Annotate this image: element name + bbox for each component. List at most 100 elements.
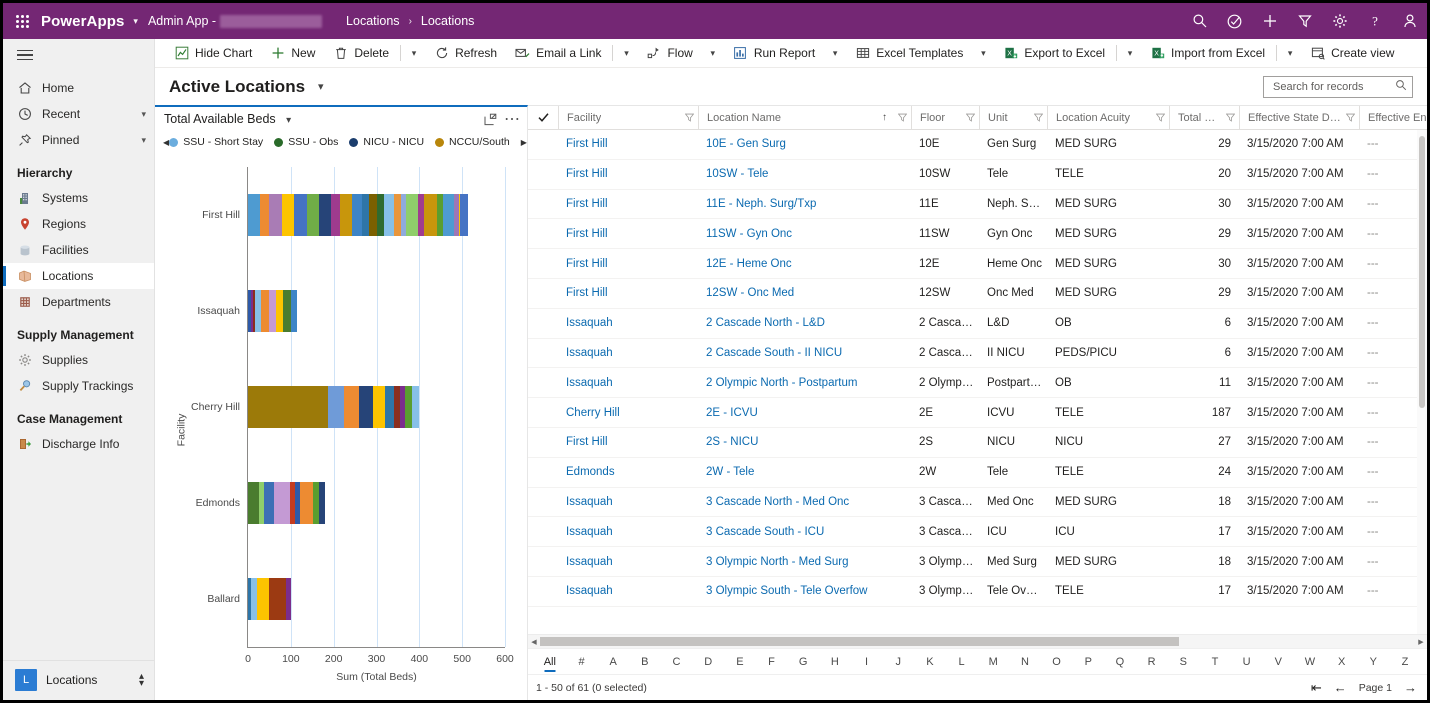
grid-column-header-facility[interactable]: Facility xyxy=(558,106,698,129)
alphabet-filter-x[interactable]: X xyxy=(1326,653,1358,671)
select-all-checkbox[interactable] xyxy=(528,106,558,129)
flow-button[interactable]: Flow xyxy=(637,39,701,68)
grid-column-header-location-acuity[interactable]: Location Acuity xyxy=(1047,106,1169,129)
chart-bar-segment[interactable] xyxy=(352,194,362,236)
sidebar-item-pinned[interactable]: Pinned ▾ xyxy=(3,127,154,153)
flow-caret[interactable]: ▾ xyxy=(702,39,724,68)
alphabet-filter-r[interactable]: R xyxy=(1136,653,1168,671)
table-row[interactable]: First Hill 10E - Gen Surg 10E Gen Surg MED S… xyxy=(528,130,1427,160)
cell-location-name[interactable]: 2S - NICU xyxy=(698,436,911,448)
grid-column-header-effective-end-date[interactable]: Effective End Date xyxy=(1359,106,1427,129)
column-filter-button[interactable] xyxy=(1342,113,1355,122)
chart-bar-segment[interactable] xyxy=(339,194,353,236)
scroll-left-icon[interactable]: ◀ xyxy=(528,638,540,646)
next-page-icon[interactable]: → xyxy=(1404,681,1417,694)
grid-vertical-scroll-thumb[interactable] xyxy=(1419,136,1425,408)
alphabet-filter-w[interactable]: W xyxy=(1294,653,1326,671)
table-row[interactable]: Issaquah 3 Olympic South - Tele Overfow 3 … xyxy=(528,577,1427,607)
chart-bar-segment[interactable] xyxy=(393,194,402,236)
view-selector-chevron-down-icon[interactable]: ▾ xyxy=(318,80,324,93)
chart-bar-segment[interactable] xyxy=(274,482,291,524)
alphabet-filter-h[interactable]: H xyxy=(819,653,851,671)
chart-bar-segment[interactable] xyxy=(307,194,320,236)
delete-button[interactable]: Delete xyxy=(324,39,398,68)
chart-selector-chevron-down-icon[interactable]: ▾ xyxy=(286,115,291,126)
chart-bar-segment[interactable] xyxy=(343,386,359,428)
cell-location-name[interactable]: 2 Cascade South - II NICU xyxy=(698,347,911,359)
filter-icon[interactable] xyxy=(1287,3,1322,39)
sidebar-item-facilities[interactable]: Facilities xyxy=(3,237,154,263)
table-row[interactable]: Issaquah 2 Olympic North - Postpartum 2 Ol… xyxy=(528,368,1427,399)
table-row[interactable]: First Hill 11E - Neph. Surg/Txp 11E Neph. S… xyxy=(528,190,1427,220)
chart-bar-segment[interactable] xyxy=(328,386,344,428)
table-row[interactable]: Issaquah2 Cascade North - L&D 2 Cascade .… xyxy=(528,309,1427,339)
breadcrumb-item-1[interactable]: Locations xyxy=(421,14,475,28)
sidebar-item-home[interactable]: Home xyxy=(3,75,154,101)
refresh-button[interactable]: Refresh xyxy=(425,39,506,68)
cell-facility[interactable]: First Hill xyxy=(558,228,698,240)
cell-facility[interactable]: Issaquah xyxy=(558,347,698,359)
gear-icon[interactable] xyxy=(1322,3,1357,39)
cell-location-name[interactable]: 2 Cascade North - L&D xyxy=(698,317,911,329)
chart-bar-segment[interactable] xyxy=(369,194,377,236)
grid-vertical-scrollbar[interactable] xyxy=(1417,130,1427,634)
email-overflow-caret[interactable]: ▾ xyxy=(615,39,637,68)
cell-location-name[interactable]: 3 Cascade South - ICU xyxy=(698,526,911,538)
chevron-down-icon[interactable]: ▾ xyxy=(133,16,138,27)
chart-bar-segment[interactable] xyxy=(290,290,298,332)
alphabet-filter-q[interactable]: Q xyxy=(1104,653,1136,671)
filter-icon[interactable] xyxy=(1346,113,1355,122)
chart-bar-segment[interactable] xyxy=(319,482,326,524)
sidebar-item-supply-trackings[interactable]: Supply Trackings xyxy=(3,373,154,399)
alphabet-filter-hash[interactable]: # xyxy=(566,653,598,671)
table-row[interactable]: First Hill 2S - NICU 2S NICU NICU 27 3/15/2020… xyxy=(528,428,1427,458)
run-report-button[interactable]: Run Report xyxy=(724,39,824,68)
column-filter-button[interactable] xyxy=(1152,113,1165,122)
column-filter-button[interactable] xyxy=(1030,113,1043,122)
run-report-caret[interactable]: ▾ xyxy=(824,39,846,68)
table-row[interactable]: Issaquah3 Cascade South - ICU 3 Cascade .… xyxy=(528,517,1427,548)
cell-location-name[interactable]: 10E - Gen Surg xyxy=(698,138,911,150)
column-filter-button[interactable] xyxy=(1222,113,1235,122)
create-view-button[interactable]: Create view xyxy=(1301,39,1403,68)
grid-horizontal-scrollbar[interactable]: ◀ ▶ xyxy=(528,634,1427,648)
cell-location-name[interactable]: 2E - ICVU xyxy=(698,407,911,419)
area-switcher-button[interactable]: L Locations ▴ ▾ xyxy=(13,666,146,694)
grid-column-header-total-beds[interactable]: Total Beds xyxy=(1169,106,1239,129)
alphabet-filter-v[interactable]: V xyxy=(1262,653,1294,671)
sidebar-item-supplies[interactable]: Supplies xyxy=(3,347,154,373)
chart-bar-segment[interactable] xyxy=(373,386,386,428)
column-filter-button[interactable] xyxy=(962,113,975,122)
chevron-down-icon[interactable]: ▾ xyxy=(141,135,146,146)
chart-bar-segment[interactable] xyxy=(385,386,395,428)
alphabet-filter-i[interactable]: I xyxy=(851,653,883,671)
alphabet-filter-m[interactable]: M xyxy=(977,653,1009,671)
cell-facility[interactable]: Issaquah xyxy=(558,377,698,389)
cell-location-name[interactable]: 11SW - Gyn Onc xyxy=(698,228,911,240)
cell-location-name[interactable]: 3 Olympic North - Med Surg xyxy=(698,556,911,568)
chart-bar-segment[interactable] xyxy=(281,194,295,236)
search-icon[interactable] xyxy=(1395,78,1407,96)
legend-next-icon[interactable]: ▶ xyxy=(521,138,527,147)
alphabet-filter-z[interactable]: Z xyxy=(1389,653,1421,671)
cell-facility[interactable]: First Hill xyxy=(558,168,698,180)
cell-location-name[interactable]: 3 Cascade North - Med Onc xyxy=(698,496,911,508)
cell-location-name[interactable]: 2 Olympic North - Postpartum xyxy=(698,377,911,389)
cell-location-name[interactable]: 11E - Neph. Surg/Txp xyxy=(698,198,911,210)
cell-facility[interactable]: Issaquah xyxy=(558,556,698,568)
cell-facility[interactable]: First Hill xyxy=(558,138,698,150)
cell-location-name[interactable]: 3 Olympic South - Tele Overfow xyxy=(698,585,911,597)
column-filter-button[interactable] xyxy=(681,113,694,122)
chevron-down-icon[interactable]: ▾ xyxy=(141,109,146,120)
cell-location-name[interactable]: 10SW - Tele xyxy=(698,168,911,180)
table-row[interactable]: First Hill 10SW - Tele 10SW Tele TELE 20 3/15/… xyxy=(528,160,1427,190)
chart-bar-segment[interactable] xyxy=(299,482,313,524)
filter-icon[interactable] xyxy=(1226,113,1235,122)
column-filter-button[interactable] xyxy=(894,113,907,122)
chart-bar-segment[interactable] xyxy=(256,578,270,620)
scroll-right-icon[interactable]: ▶ xyxy=(1415,638,1427,646)
chart-bar-segment[interactable] xyxy=(459,194,469,236)
cell-location-name[interactable]: 12E - Heme Onc xyxy=(698,258,911,270)
cell-facility[interactable]: First Hill xyxy=(558,198,698,210)
alphabet-filter-p[interactable]: P xyxy=(1072,653,1104,671)
